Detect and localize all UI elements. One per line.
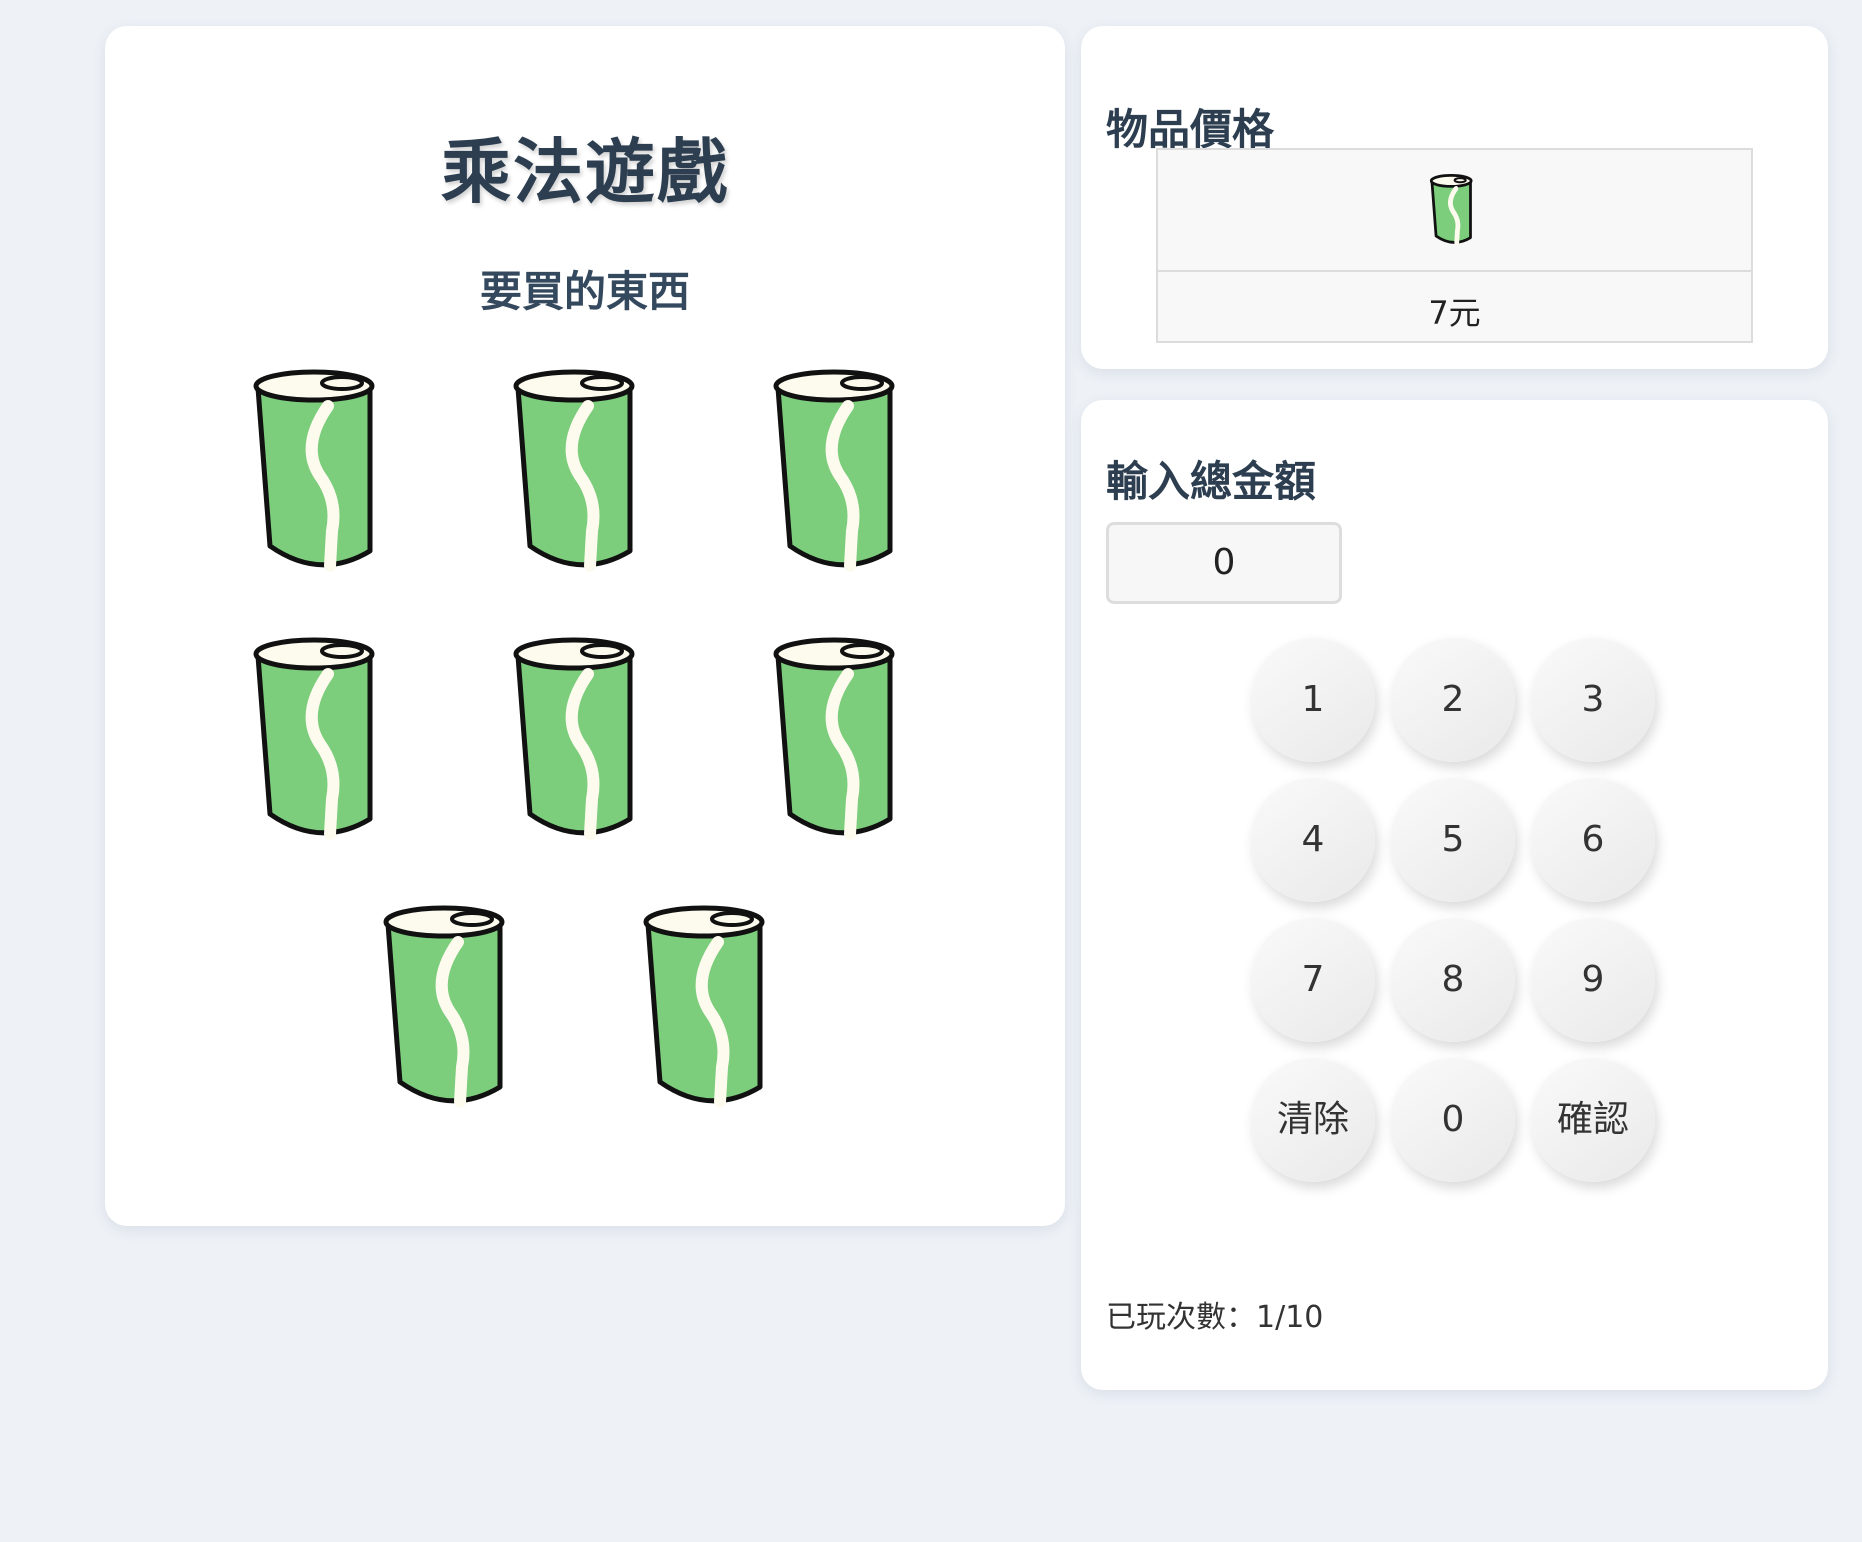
price-table: 7元 (1156, 148, 1753, 343)
green-can-icon (510, 634, 660, 849)
key-8[interactable]: 8 (1391, 918, 1515, 1042)
item-price: 7元 (1428, 294, 1481, 332)
confirm-button[interactable]: 確認 (1531, 1058, 1655, 1182)
green-can-icon (640, 902, 790, 1117)
green-can-icon (250, 634, 400, 849)
key-3[interactable]: 3 (1531, 638, 1655, 762)
total-amount-display[interactable]: 0 (1106, 522, 1342, 604)
key-6[interactable]: 6 (1531, 778, 1655, 902)
green-can-icon (380, 902, 530, 1117)
green-can-icon (1429, 174, 1473, 246)
input-heading: 輸入總金額 (1106, 457, 1317, 506)
items-to-buy-heading: 要買的東西 (479, 267, 690, 316)
key-1[interactable]: 1 (1251, 638, 1375, 762)
clear-button[interactable]: 清除 (1251, 1058, 1375, 1182)
green-can-icon (770, 634, 920, 849)
green-can-icon (770, 366, 920, 581)
input-panel: 輸入總金額 0 1 2 3 4 5 6 7 8 9 清除 0 確認 已玩次數：1… (1081, 400, 1828, 1390)
price-item-cell (1158, 150, 1751, 272)
key-7[interactable]: 7 (1251, 918, 1375, 1042)
game-title: 乘法遊戲 (441, 131, 729, 213)
price-panel: 物品價格 7元 (1081, 26, 1828, 369)
key-5[interactable]: 5 (1391, 778, 1515, 902)
green-can-icon (250, 366, 400, 581)
play-count: 已玩次數：1/10 (1106, 1300, 1324, 1335)
key-2[interactable]: 2 (1391, 638, 1515, 762)
green-can-icon (510, 366, 660, 581)
key-9[interactable]: 9 (1531, 918, 1655, 1042)
key-0[interactable]: 0 (1391, 1058, 1515, 1182)
number-keypad: 1 2 3 4 5 6 7 8 9 清除 0 確認 (1251, 638, 1681, 1182)
game-panel: 乘法遊戲 要買的東西 (105, 26, 1065, 1226)
key-4[interactable]: 4 (1251, 778, 1375, 902)
